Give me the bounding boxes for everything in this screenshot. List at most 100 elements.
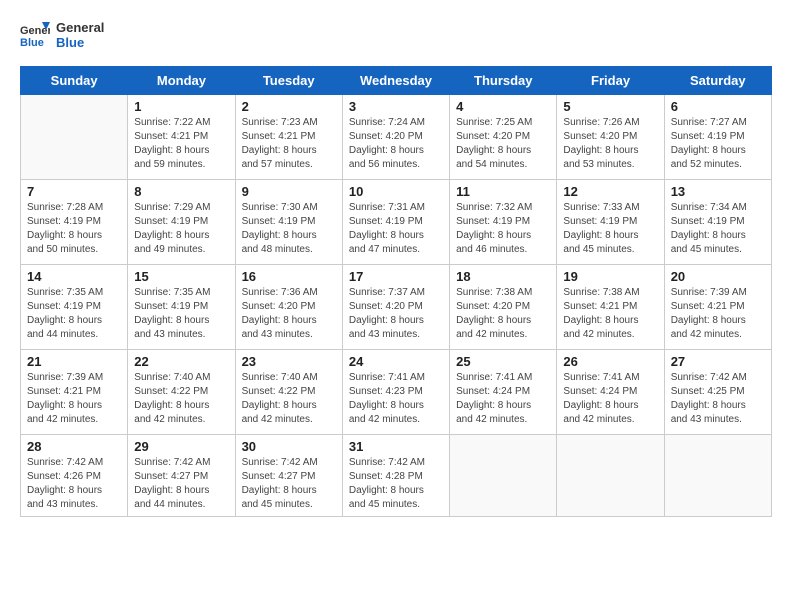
day-number: 29: [134, 439, 228, 454]
day-info: Sunrise: 7:36 AM Sunset: 4:20 PM Dayligh…: [242, 286, 336, 342]
weekday-header-monday: Monday: [128, 67, 235, 95]
day-number: 18: [456, 269, 550, 284]
day-info: Sunrise: 7:35 AM Sunset: 4:19 PM Dayligh…: [27, 286, 121, 342]
day-number: 27: [671, 354, 765, 369]
weekday-header-friday: Friday: [557, 67, 664, 95]
week-row-5: 28Sunrise: 7:42 AM Sunset: 4:26 PM Dayli…: [21, 435, 772, 517]
day-info: Sunrise: 7:41 AM Sunset: 4:23 PM Dayligh…: [349, 371, 443, 427]
day-number: 19: [563, 269, 657, 284]
logo: General Blue General Blue: [20, 20, 104, 50]
calendar-cell: 28Sunrise: 7:42 AM Sunset: 4:26 PM Dayli…: [21, 435, 128, 517]
day-number: 15: [134, 269, 228, 284]
day-number: 4: [456, 99, 550, 114]
day-number: 14: [27, 269, 121, 284]
calendar-cell: 11Sunrise: 7:32 AM Sunset: 4:19 PM Dayli…: [450, 180, 557, 265]
day-info: Sunrise: 7:41 AM Sunset: 4:24 PM Dayligh…: [456, 371, 550, 427]
day-number: 26: [563, 354, 657, 369]
day-info: Sunrise: 7:28 AM Sunset: 4:19 PM Dayligh…: [27, 201, 121, 257]
weekday-header-row: SundayMondayTuesdayWednesdayThursdayFrid…: [21, 67, 772, 95]
calendar-cell: 21 Sunrise: 7:39 AM Sunset: 4:21 PM Dayli…: [21, 350, 128, 435]
day-number: 13: [671, 184, 765, 199]
day-number: 21: [27, 354, 121, 369]
calendar-cell: 27 Sunrise: 7:42 AM Sunset: 4:25 PM Dayli…: [664, 350, 771, 435]
day-number: 9: [242, 184, 336, 199]
day-info: Sunrise: 7:42 AM Sunset: 4:27 PM Dayligh…: [134, 456, 228, 512]
logo-line1: General: [56, 20, 104, 35]
calendar-cell: 29 Sunrise: 7:42 AM Sunset: 4:27 PM Dayli…: [128, 435, 235, 517]
week-row-3: 14 Sunrise: 7:35 AM Sunset: 4:19 PM Dayli…: [21, 265, 772, 350]
calendar-cell: 9 Sunrise: 7:30 AM Sunset: 4:19 PM Daylig…: [235, 180, 342, 265]
day-number: 8: [134, 184, 228, 199]
calendar-cell: 8 Sunrise: 7:29 AM Sunset: 4:19 PM Daylig…: [128, 180, 235, 265]
day-number: 17: [349, 269, 443, 284]
day-number: 28: [27, 439, 121, 454]
calendar-cell: 30 Sunrise: 7:42 AM Sunset: 4:27 PM Dayli…: [235, 435, 342, 517]
page-header: General Blue General Blue: [20, 20, 772, 50]
calendar-cell: 17 Sunrise: 7:37 AM Sunset: 4:20 PM Dayli…: [342, 265, 449, 350]
calendar-cell: 7 Sunrise: 7:28 AM Sunset: 4:19 PM Daylig…: [21, 180, 128, 265]
day-info: Sunrise: 7:38 AM Sunset: 4:20 PM Dayligh…: [456, 286, 550, 342]
calendar-cell: [557, 435, 664, 517]
day-number: 16: [242, 269, 336, 284]
calendar-cell: [450, 435, 557, 517]
calendar-cell: 26 Sunrise: 7:41 AM Sunset: 4:24 PM Dayli…: [557, 350, 664, 435]
day-info: Sunrise: 7:30 AM Sunset: 4:19 PM Dayligh…: [242, 201, 336, 257]
day-info: Sunrise: 7:39 AM Sunset: 4:21 PM Dayligh…: [671, 286, 765, 342]
day-info: Sunrise: 7:38 AM Sunset: 4:21 PM Dayligh…: [563, 286, 657, 342]
day-info: Sunrise: 7:37 AM Sunset: 4:20 PM Dayligh…: [349, 286, 443, 342]
day-number: 25: [456, 354, 550, 369]
day-info: Sunrise: 7:29 AM Sunset: 4:19 PM Dayligh…: [134, 201, 228, 257]
day-number: 10: [349, 184, 443, 199]
day-info: Sunrise: 7:40 AM Sunset: 4:22 PM Dayligh…: [134, 371, 228, 427]
weekday-header-thursday: Thursday: [450, 67, 557, 95]
day-info: Sunrise: 7:41 AM Sunset: 4:24 PM Dayligh…: [563, 371, 657, 427]
day-number: 12: [563, 184, 657, 199]
weekday-header-sunday: Sunday: [21, 67, 128, 95]
calendar-cell: 31 Sunrise: 7:42 AM Sunset: 4:28 PM Dayli…: [342, 435, 449, 517]
day-number: 30: [242, 439, 336, 454]
calendar-cell: 24Sunrise: 7:41 AM Sunset: 4:23 PM Dayli…: [342, 350, 449, 435]
day-info: Sunrise: 7:35 AM Sunset: 4:19 PM Dayligh…: [134, 286, 228, 342]
weekday-header-saturday: Saturday: [664, 67, 771, 95]
week-row-4: 21 Sunrise: 7:39 AM Sunset: 4:21 PM Dayli…: [21, 350, 772, 435]
day-number: 20: [671, 269, 765, 284]
svg-text:Blue: Blue: [20, 37, 44, 49]
day-info: Sunrise: 7:42 AM Sunset: 4:25 PM Dayligh…: [671, 371, 765, 427]
calendar-cell: 16 Sunrise: 7:36 AM Sunset: 4:20 PM Dayli…: [235, 265, 342, 350]
calendar-cell: 18 Sunrise: 7:38 AM Sunset: 4:20 PM Dayli…: [450, 265, 557, 350]
logo-line2: Blue: [56, 35, 104, 50]
day-info: Sunrise: 7:42 AM Sunset: 4:27 PM Dayligh…: [242, 456, 336, 512]
calendar-cell: 19 Sunrise: 7:38 AM Sunset: 4:21 PM Dayli…: [557, 265, 664, 350]
day-info: Sunrise: 7:22 AM Sunset: 4:21 PM Dayligh…: [134, 116, 228, 172]
weekday-header-wednesday: Wednesday: [342, 67, 449, 95]
calendar-cell: [21, 95, 128, 180]
calendar-cell: 23Sunrise: 7:40 AM Sunset: 4:22 PM Dayli…: [235, 350, 342, 435]
calendar-cell: 5Sunrise: 7:26 AM Sunset: 4:20 PM Daylig…: [557, 95, 664, 180]
weekday-header-tuesday: Tuesday: [235, 67, 342, 95]
calendar-cell: 22 Sunrise: 7:40 AM Sunset: 4:22 PM Dayli…: [128, 350, 235, 435]
calendar-cell: 20 Sunrise: 7:39 AM Sunset: 4:21 PM Dayli…: [664, 265, 771, 350]
calendar-cell: 3 Sunrise: 7:24 AM Sunset: 4:20 PM Daylig…: [342, 95, 449, 180]
calendar-cell: 13 Sunrise: 7:34 AM Sunset: 4:19 PM Dayli…: [664, 180, 771, 265]
week-row-2: 7 Sunrise: 7:28 AM Sunset: 4:19 PM Daylig…: [21, 180, 772, 265]
calendar-cell: 4Sunrise: 7:25 AM Sunset: 4:20 PM Daylig…: [450, 95, 557, 180]
day-info: Sunrise: 7:24 AM Sunset: 4:20 PM Dayligh…: [349, 116, 443, 172]
day-number: 23: [242, 354, 336, 369]
day-number: 3: [349, 99, 443, 114]
day-info: Sunrise: 7:27 AM Sunset: 4:19 PM Dayligh…: [671, 116, 765, 172]
day-info: Sunrise: 7:34 AM Sunset: 4:19 PM Dayligh…: [671, 201, 765, 257]
day-number: 22: [134, 354, 228, 369]
calendar-cell: 2Sunrise: 7:23 AM Sunset: 4:21 PM Daylig…: [235, 95, 342, 180]
calendar-cell: 14 Sunrise: 7:35 AM Sunset: 4:19 PM Dayli…: [21, 265, 128, 350]
day-number: 7: [27, 184, 121, 199]
day-info: Sunrise: 7:42 AM Sunset: 4:28 PM Dayligh…: [349, 456, 443, 512]
calendar-cell: 1Sunrise: 7:22 AM Sunset: 4:21 PM Daylig…: [128, 95, 235, 180]
calendar-cell: 12 Sunrise: 7:33 AM Sunset: 4:19 PM Dayli…: [557, 180, 664, 265]
day-info: Sunrise: 7:39 AM Sunset: 4:21 PM Dayligh…: [27, 371, 121, 427]
day-info: Sunrise: 7:33 AM Sunset: 4:19 PM Dayligh…: [563, 201, 657, 257]
day-number: 31: [349, 439, 443, 454]
day-number: 6: [671, 99, 765, 114]
calendar-cell: 25 Sunrise: 7:41 AM Sunset: 4:24 PM Dayli…: [450, 350, 557, 435]
day-number: 2: [242, 99, 336, 114]
day-info: Sunrise: 7:26 AM Sunset: 4:20 PM Dayligh…: [563, 116, 657, 172]
